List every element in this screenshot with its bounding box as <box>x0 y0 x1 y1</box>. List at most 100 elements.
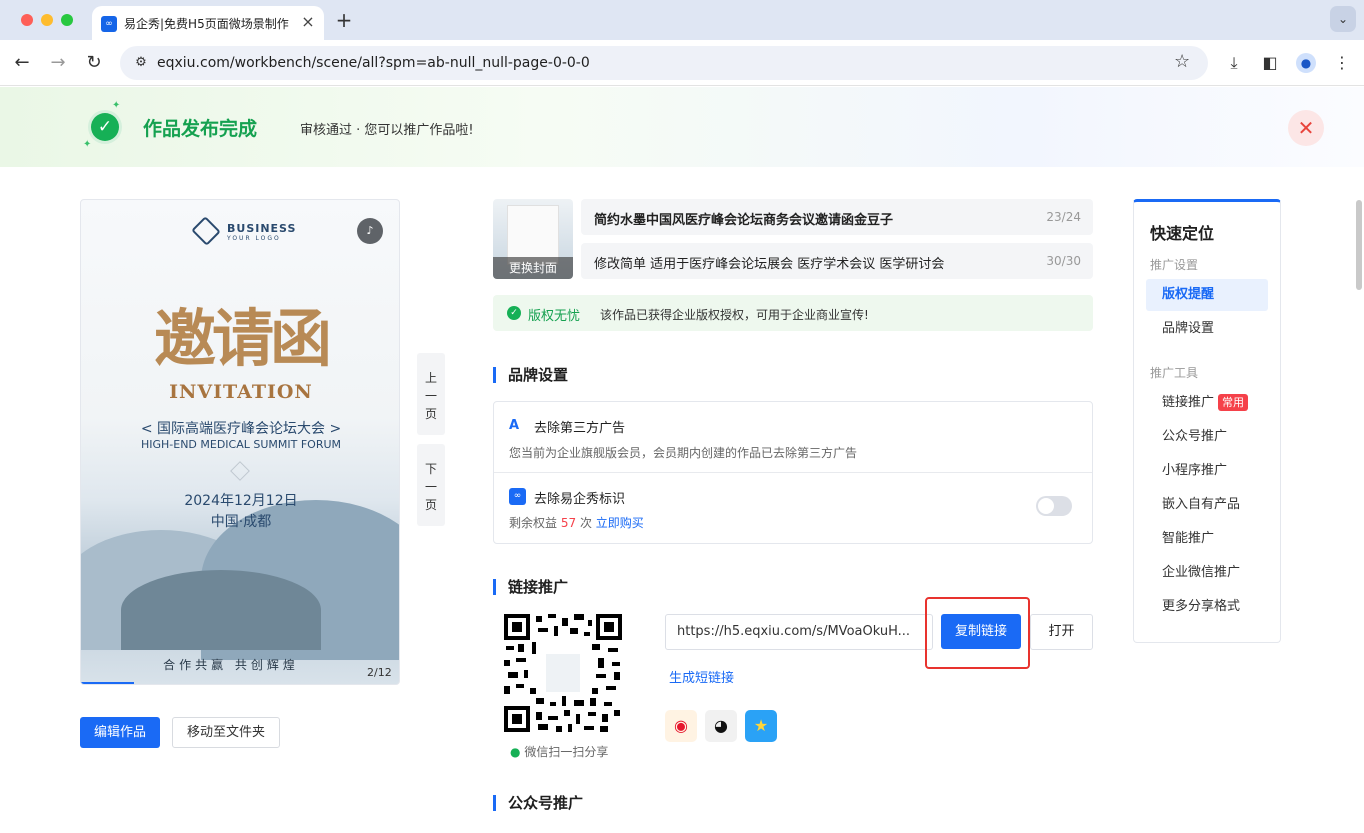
prev-page-button[interactable]: 上一页 <box>417 353 445 435</box>
site-info-icon[interactable]: ⚙ <box>132 54 150 72</box>
toggle-knob <box>1038 498 1054 514</box>
copyright-notice: ✓ 版权无忧 该作品已获得企业版权授权，可用于企业商业宣传! <box>493 295 1093 331</box>
work-description[interactable]: 修改简单 适用于医疗峰会论坛展会 医疗学术会议 医学研讨会 <box>594 253 944 272</box>
logo-text: BUSINESS <box>227 222 297 235</box>
qr-code[interactable] <box>504 614 622 732</box>
bookmark-star-icon[interactable]: ☆ <box>1174 52 1194 72</box>
brand-settings-heading: 品牌设置 <box>493 367 568 383</box>
quick-nav-more-formats[interactable]: 更多分享格式 <box>1146 591 1268 623</box>
quick-nav-embed[interactable]: 嵌入自有产品 <box>1146 489 1268 521</box>
window-minimize-dot[interactable] <box>41 14 53 26</box>
qr-code-graphic <box>504 614 622 732</box>
remaining-label: 剩余权益 <box>509 516 558 530</box>
side-panel-icon[interactable]: ◧ <box>1259 52 1281 74</box>
event-city: 中国·成都 <box>210 514 272 530</box>
work-description-field[interactable]: 修改简单 适用于医疗峰会论坛展会 医疗学术会议 医学研讨会 30/30 <box>581 243 1093 279</box>
quick-nav-copyright[interactable]: 版权提醒 <box>1146 279 1268 311</box>
logo-subtext: YOUR LOGO <box>227 235 281 242</box>
generate-short-link[interactable]: 生成短链接 <box>669 667 734 686</box>
quick-nav-brand[interactable]: 品牌设置 <box>1146 313 1268 345</box>
share-link-value[interactable]: https://h5.eqxiu.com/s/MVoaOkuH... <box>677 624 925 639</box>
remaining-unit: 次 <box>579 516 592 530</box>
invitation-text: INVITATION <box>169 381 313 403</box>
cover-image <box>507 205 559 265</box>
work-title-field[interactable]: 简约水墨中国风医疗峰会论坛商务会议邀请函金豆子 23/24 <box>581 199 1093 235</box>
tab-title: 易企秀|免费H5页面微场景制作 <box>124 17 289 31</box>
remove-ads-desc: 您当前为企业旗舰版会员，会员期内创建的作品已去除第三方广告 <box>509 446 858 460</box>
window-close-dot[interactable] <box>21 14 33 26</box>
browser-tab-bar: ∞ 易企秀|免费H5页面微场景制作 × + ⌄ <box>0 0 1364 40</box>
slogan-text: 合作共赢 共创辉煌 <box>163 658 299 672</box>
work-title[interactable]: 简约水墨中国风医疗峰会论坛商务会议邀请函金豆子 <box>594 209 893 228</box>
divider <box>494 472 1092 473</box>
event-date: 2024年12月12日 <box>184 493 298 509</box>
address-bar[interactable]: ⚙ eqxiu.com/workbench/scene/all?spm=ab-n… <box>120 46 1208 80</box>
cover-thumbnail[interactable]: 更换封面 <box>493 199 573 279</box>
mountain-shape <box>121 570 321 650</box>
quick-nav-group-tools: 推广工具 <box>1150 366 1199 380</box>
remaining-quota: 剩余权益 57 次 立即购买 <box>509 514 644 531</box>
eqxiu-favicon-icon: ∞ <box>101 16 117 32</box>
banner-close-icon[interactable]: ✕ <box>1288 110 1324 146</box>
page-scrollbar[interactable] <box>1356 200 1362 290</box>
forum-name-cn: < 国际高端医疗峰会论坛大会 > <box>140 421 342 437</box>
qq-icon[interactable]: ◕ <box>705 710 737 742</box>
more-menu-icon[interactable]: ⋮ <box>1331 52 1353 74</box>
success-check-icon: ✓ <box>91 113 119 141</box>
sparkle-icon: ✦ <box>83 139 92 150</box>
prev-page-label: 上一页 <box>424 371 437 421</box>
window-maximize-dot[interactable] <box>61 14 73 26</box>
description-char-count: 30/30 <box>1046 254 1081 268</box>
publish-subtitle: 审核通过 · 您可以推广作品啦! <box>300 123 474 138</box>
page-indicator: 2/12 <box>367 666 392 679</box>
business-logo-icon <box>191 216 221 246</box>
tab-close-icon[interactable]: × <box>298 12 318 32</box>
change-cover-button[interactable]: 更换封面 <box>493 257 573 279</box>
wechat-scan-hint: ● 微信扫一扫分享 <box>510 743 608 760</box>
common-tag: 常用 <box>1218 394 1249 411</box>
wechat-scan-text: 微信扫一扫分享 <box>524 745 609 759</box>
share-link-input[interactable]: https://h5.eqxiu.com/s/MVoaOkuH... <box>665 614 933 650</box>
browser-tab-active[interactable]: ∞ 易企秀|免费H5页面微场景制作 × <box>92 6 324 40</box>
move-to-folder-button[interactable]: 移动至文件夹 <box>172 717 280 748</box>
open-link-button[interactable]: 打开 <box>1030 614 1093 650</box>
remove-ads-title: 去除第三方广告 <box>534 421 626 436</box>
brand-settings-panel: A 去除第三方广告 您当前为企业旗舰版会员，会员期内创建的作品已去除第三方广告 … <box>493 401 1093 544</box>
edit-work-button[interactable]: 编辑作品 <box>80 717 160 748</box>
weibo-icon[interactable]: ◉ <box>665 710 697 742</box>
copyright-label: 版权无忧 <box>528 309 581 324</box>
eqxiu-logo-icon: ∞ <box>509 488 526 505</box>
url-text[interactable]: eqxiu.com/workbench/scene/all?spm=ab-nul… <box>157 55 590 71</box>
back-arrow-icon[interactable]: ← <box>11 52 33 74</box>
reload-icon[interactable]: ↻ <box>83 52 105 74</box>
new-tab-plus-icon[interactable]: + <box>334 8 354 32</box>
link-promo-heading: 链接推广 <box>493 579 568 595</box>
tab-search-chevron-icon[interactable]: ⌄ <box>1330 6 1356 32</box>
forward-arrow-icon[interactable]: → <box>47 52 69 74</box>
quick-nav-official-account[interactable]: 公众号推广 <box>1146 421 1268 453</box>
copyright-text: 该作品已获得企业版权授权，可用于企业商业宣传! <box>600 308 869 322</box>
quick-nav-wecom[interactable]: 企业微信推广 <box>1146 557 1268 589</box>
quick-nav-mini-program[interactable]: 小程序推广 <box>1146 455 1268 487</box>
remove-logo-toggle[interactable] <box>1036 496 1072 516</box>
wechat-official-heading: 公众号推广 <box>493 795 583 811</box>
next-page-label: 下一页 <box>424 462 437 512</box>
profile-avatar-icon[interactable]: ● <box>1296 53 1316 73</box>
quick-nav-link-promo-label: 链接推广 <box>1162 395 1215 410</box>
download-icon[interactable]: ⤓ <box>1223 52 1245 74</box>
page-progress-bar <box>81 682 135 684</box>
next-page-button[interactable]: 下一页 <box>417 444 445 526</box>
quick-nav-title: 快速定位 <box>1150 224 1215 243</box>
wechat-icon: ● <box>510 745 521 759</box>
diamond-ornament-icon <box>230 461 250 481</box>
forum-name-en: HIGH-END MEDICAL SUMMIT FORUM <box>140 438 342 451</box>
music-disc-icon[interactable]: ♪ <box>357 218 383 244</box>
quick-nav-link-promo[interactable]: 链接推广 常用 <box>1146 387 1268 419</box>
qzone-icon[interactable]: ★ <box>745 710 777 742</box>
quick-nav-smart-promo[interactable]: 智能推广 <box>1146 523 1268 555</box>
sparkle-icon: ✦ <box>112 100 121 111</box>
title-char-count: 23/24 <box>1046 210 1081 224</box>
work-preview[interactable]: BUSINESS YOUR LOGO ♪ 邀请函 INVITATION < 国际… <box>80 199 400 685</box>
ad-remove-icon: A <box>509 418 520 433</box>
buy-now-link[interactable]: 立即购买 <box>596 516 644 530</box>
